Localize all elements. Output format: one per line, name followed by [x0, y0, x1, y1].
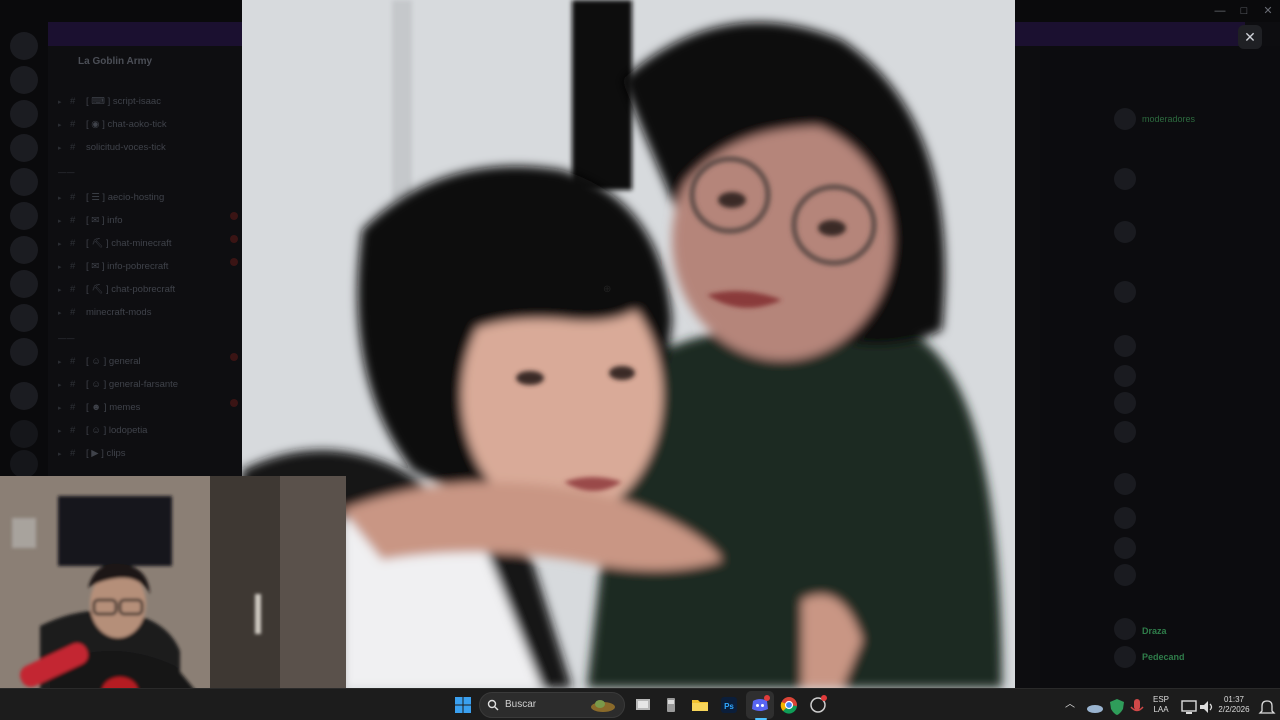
member-avatar[interactable] — [1114, 473, 1136, 495]
member-avatar[interactable] — [1114, 618, 1136, 640]
language-indicator[interactable]: ESP LAA — [1150, 695, 1172, 715]
channel-item[interactable]: ▸ #[ ☺ ] lodopetia — [58, 425, 147, 436]
member-avatar[interactable] — [1114, 507, 1136, 529]
search-placeholder: Buscar — [505, 699, 537, 710]
server-icon[interactable] — [10, 168, 38, 196]
category-header[interactable]: —— — [58, 168, 75, 177]
member-name[interactable]: Draza — [1142, 626, 1167, 636]
server-icon[interactable] — [10, 66, 38, 94]
close-viewer-button[interactable]: ✕ — [1238, 25, 1262, 49]
member-avatar[interactable] — [1114, 108, 1136, 130]
server-icon[interactable] — [10, 270, 38, 298]
channel-item[interactable]: ▸ # solicitud-voces-tick — [58, 142, 166, 153]
channel-item[interactable]: ▸ #[ ⛏ ] chat-minecraft — [58, 238, 171, 249]
task-view-icon[interactable] — [632, 694, 654, 716]
member-avatar[interactable] — [1114, 392, 1136, 414]
banner — [1015, 22, 1245, 46]
chrome-icon[interactable] — [778, 694, 800, 716]
tray-chevron-icon[interactable]: ︿ — [1065, 700, 1075, 710]
language-code: ESP — [1152, 695, 1169, 704]
time-text: 01:37 — [1223, 695, 1245, 704]
taskbar-search[interactable]: Buscar — [479, 692, 625, 718]
server-icon[interactable] — [10, 382, 38, 410]
close-icon: ✕ — [1244, 29, 1256, 45]
notification-icon[interactable] — [1256, 696, 1278, 718]
viewer-image[interactable]: ⊕ — [242, 0, 1015, 688]
member-avatar[interactable] — [1114, 335, 1136, 357]
member-avatar[interactable] — [1114, 564, 1136, 586]
member-name[interactable]: Pedecand — [1142, 652, 1185, 662]
explore-icon[interactable] — [10, 450, 38, 478]
channel-item[interactable]: ▸ #[ ☻ ] memes — [58, 402, 140, 413]
discord-icon[interactable] — [749, 694, 771, 716]
unread-badge — [230, 353, 238, 361]
channel-item[interactable]: ▸ #[ ▶ ] clips — [58, 448, 126, 459]
category-header[interactable]: —— — [58, 334, 75, 343]
channel-item[interactable]: ▸ #[ ⌨ ] script-isaac — [58, 96, 161, 107]
member-avatar[interactable] — [1114, 646, 1136, 668]
microphone-icon[interactable] — [1126, 696, 1148, 718]
member-list: moderadores Draza Pedecand — [1040, 46, 1280, 688]
channel-item[interactable]: ▸ #[ ✉ ] info-pobrecraft — [58, 261, 168, 272]
onedrive-icon[interactable] — [1084, 696, 1106, 718]
member-avatar[interactable] — [1114, 537, 1136, 559]
add-server-icon[interactable] — [10, 420, 38, 448]
search-icon — [487, 699, 499, 711]
unread-badge — [230, 258, 238, 266]
member-name[interactable]: moderadores — [1142, 114, 1195, 124]
server-icon[interactable] — [10, 304, 38, 332]
member-avatar[interactable] — [1114, 281, 1136, 303]
server-name[interactable]: La Goblin Army — [78, 56, 152, 67]
unread-badge — [230, 212, 238, 220]
search-highlight-icon — [591, 700, 615, 712]
unread-badge — [230, 235, 238, 243]
windows-start-icon[interactable] — [452, 694, 474, 716]
server-icon[interactable] — [10, 32, 38, 60]
channel-sidebar: La Goblin Army ▸ #[ ⌨ ] script-isaac ▸ #[ … — [48, 46, 242, 476]
channel-item[interactable]: ▸ # minecraft-mods — [58, 307, 151, 318]
maximize-icon[interactable]: □ — [1236, 3, 1252, 19]
webcam-feed — [0, 476, 346, 720]
defender-icon[interactable] — [1106, 696, 1128, 718]
printer-app-icon[interactable] — [660, 694, 682, 716]
webcam-overlay — [0, 476, 346, 720]
keyboard-layout: LAA — [1153, 705, 1169, 714]
server-icon[interactable] — [10, 100, 38, 128]
server-icon[interactable] — [10, 202, 38, 230]
taskbar: Buscar Ps ︿ ESP LAA 01:37 2/2/2026 — [0, 688, 1280, 720]
member-avatar[interactable] — [1114, 421, 1136, 443]
zoom-cursor-icon: ⊕ — [603, 284, 612, 295]
app-icon[interactable] — [807, 694, 829, 716]
server-icon[interactable] — [10, 134, 38, 162]
date-text: 2/2/2026 — [1218, 705, 1250, 714]
channel-item[interactable]: ▸ #[ ✉ ] info — [58, 215, 123, 226]
channel-item[interactable]: ▸ #[ ☰ ] aecio-hosting — [58, 192, 164, 203]
channel-item[interactable]: ▸ #[ ◉ ] chat-aoko-tick — [58, 119, 167, 130]
member-avatar[interactable] — [1114, 168, 1136, 190]
member-avatar[interactable] — [1114, 365, 1136, 387]
channel-item[interactable]: ▸ #[ ⛏ ] chat-pobrecraft — [58, 284, 175, 295]
channel-item[interactable]: ▸ #[ ☺ ] general-farsante — [58, 379, 178, 390]
file-explorer-icon[interactable] — [689, 694, 711, 716]
banner — [48, 22, 242, 46]
svg-text:Ps: Ps — [724, 702, 734, 711]
unread-badge — [230, 399, 238, 407]
clock[interactable]: 01:37 2/2/2026 — [1214, 695, 1254, 715]
server-icon[interactable] — [10, 236, 38, 264]
window-close-icon[interactable]: ✕ — [1260, 3, 1276, 19]
member-avatar[interactable] — [1114, 221, 1136, 243]
channel-item[interactable]: ▸ #[ ☺ ] general — [58, 356, 141, 367]
minimize-icon[interactable]: — — [1212, 3, 1228, 19]
photoshop-icon[interactable]: Ps — [718, 694, 740, 716]
photo — [242, 0, 1015, 688]
server-icon[interactable] — [10, 338, 38, 366]
